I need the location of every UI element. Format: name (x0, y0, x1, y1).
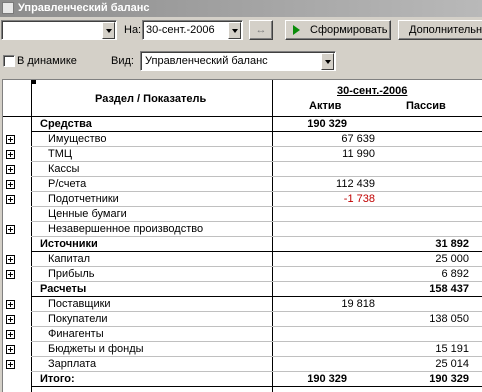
expand-plus-icon[interactable] (6, 330, 15, 339)
header-period: 30-сент.-2006 (337, 85, 408, 97)
cell-passive: 25 000 (435, 253, 469, 265)
expand-plus-icon[interactable] (6, 300, 15, 309)
chevron-down-icon[interactable] (228, 22, 241, 39)
toolbar: На: 30-сент.-2006 ↔ Сформировать Дополни… (0, 17, 482, 45)
row-label: Р/счета (48, 178, 87, 190)
header-section: Раздел / Показатель (95, 93, 207, 105)
row-label: Итого: (40, 373, 75, 385)
cell-passive: 25 014 (435, 358, 469, 370)
cell-active: 190 329 (307, 373, 347, 385)
date-value: 30-сент.-2006 (146, 24, 215, 36)
table-row[interactable]: Покупатели 138 050 (3, 312, 482, 327)
row-label: Покупатели (48, 313, 108, 325)
dynamics-label[interactable]: В динамике (17, 55, 77, 67)
arrows-icon: ↔ (255, 24, 267, 36)
row-label: Подотчетники (48, 193, 119, 205)
form-button-label: Сформировать (310, 24, 388, 36)
expand-plus-icon[interactable] (6, 345, 15, 354)
view-label: Вид: (111, 55, 134, 67)
table-row[interactable]: ТМЦ 11 990 (3, 147, 482, 162)
table-row[interactable]: Подотчетники -1 738 (3, 192, 482, 207)
chevron-down-icon[interactable] (321, 53, 334, 70)
play-icon (293, 25, 300, 35)
row-divider (31, 386, 482, 387)
row-label: Расчеты (40, 283, 87, 295)
window-icon (2, 2, 14, 14)
row-label: Зарплата (48, 358, 97, 370)
cell-active: 11 990 (342, 148, 375, 160)
table-row[interactable]: Источники 31 892 (3, 237, 482, 252)
table-row[interactable]: Бюджеты и фонды 15 191 (3, 342, 482, 357)
expand-plus-icon[interactable] (6, 180, 15, 189)
cell-active: 19 818 (341, 298, 375, 310)
table-row[interactable]: Капитал 25 000 (3, 252, 482, 267)
row-label: Имущество (48, 133, 107, 145)
header-passive: Пассив (406, 100, 446, 112)
cell-passive: 138 050 (429, 313, 469, 325)
table-row[interactable]: Средства 190 329 (3, 117, 482, 132)
table-row[interactable]: Поставщики 19 818 (3, 297, 482, 312)
row-label: Кассы (48, 163, 80, 175)
chevron-down-icon[interactable] (102, 22, 115, 39)
cell-active: 67 639 (341, 133, 375, 145)
table-row[interactable]: Р/счета 112 439 (3, 177, 482, 192)
period-combo[interactable] (1, 20, 117, 40)
options-bar: В динамике Вид: Управленческий баланс (0, 45, 482, 77)
row-label: Поставщики (48, 298, 111, 310)
cell-passive: 15 191 (435, 343, 469, 355)
view-value: Управленческий баланс (145, 55, 268, 67)
table-row[interactable]: Незавершенное производство (3, 222, 482, 237)
period-select-button[interactable]: ↔ (249, 20, 273, 40)
cell-active: -1 738 (343, 193, 375, 205)
extra-button[interactable]: Дополнительно (398, 20, 482, 40)
row-label: Финагенты (48, 328, 104, 340)
on-label: На: (124, 24, 142, 36)
row-label: Прибыль (48, 268, 95, 280)
cell-passive: 158 437 (429, 283, 469, 295)
row-label: Ценные бумаги (48, 208, 127, 220)
cell-passive: 190 329 (429, 373, 469, 385)
expand-plus-icon[interactable] (6, 195, 15, 204)
balance-table[interactable]: Раздел / Показатель 30-сент.-2006 Актив … (2, 79, 482, 392)
view-select[interactable]: Управленческий баланс (140, 51, 336, 71)
table-row[interactable]: Зарплата 25 014 (3, 357, 482, 372)
expand-plus-icon[interactable] (6, 165, 15, 174)
row-label: Бюджеты и фонды (48, 343, 144, 355)
row-label: ТМЦ (48, 148, 73, 160)
expand-plus-icon[interactable] (6, 315, 15, 324)
table-row[interactable]: Итого: 190 329 190 329 (3, 372, 482, 387)
title-bar: Управленческий баланс (0, 0, 482, 17)
date-field[interactable]: 30-сент.-2006 (142, 20, 243, 40)
cell-active: 190 329 (307, 118, 347, 130)
expand-plus-icon[interactable] (6, 150, 15, 159)
form-button[interactable]: Сформировать (285, 20, 391, 40)
dynamics-checkbox[interactable] (3, 55, 15, 67)
cell-active: 112 439 (336, 178, 375, 190)
expand-plus-icon[interactable] (6, 360, 15, 369)
expand-plus-icon[interactable] (6, 135, 15, 144)
table-header: Раздел / Показатель 30-сент.-2006 Актив … (3, 80, 482, 117)
table-row[interactable]: Имущество 67 639 (3, 132, 482, 147)
extra-button-label: Дополнительно (409, 24, 482, 36)
expand-plus-icon[interactable] (6, 270, 15, 279)
row-label: Источники (40, 238, 98, 250)
row-label: Средства (40, 118, 92, 130)
table-row[interactable]: Кассы (3, 162, 482, 177)
cell-passive: 31 892 (435, 238, 469, 250)
window-title: Управленческий баланс (18, 2, 150, 14)
table-row[interactable]: Расчеты 158 437 (3, 282, 482, 297)
cell-passive: 6 892 (441, 268, 469, 280)
table-row[interactable]: Ценные бумаги (3, 207, 482, 222)
row-label: Незавершенное производство (48, 223, 204, 235)
expand-plus-icon[interactable] (6, 255, 15, 264)
expand-plus-icon[interactable] (6, 225, 15, 234)
table-row[interactable]: Прибыль 6 892 (3, 267, 482, 282)
header-active: Актив (309, 100, 342, 112)
row-label: Капитал (48, 253, 91, 265)
table-row[interactable]: Финагенты (3, 327, 482, 342)
